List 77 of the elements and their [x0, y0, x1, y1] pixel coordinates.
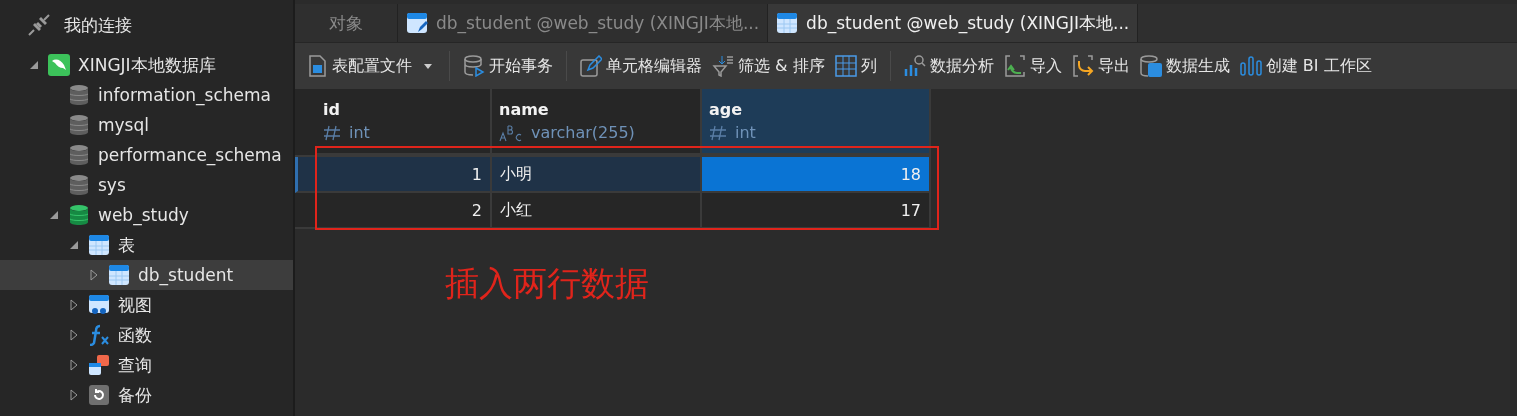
collapsed-arrow-icon[interactable]: [68, 299, 80, 311]
table-cell: 17: [702, 193, 931, 229]
table-cell: 2: [316, 193, 492, 229]
column-type: varchar(255): [531, 123, 635, 142]
tree-item[interactable]: 查询: [0, 350, 293, 380]
tree-item[interactable]: 视图: [0, 290, 293, 320]
tree-item[interactable]: sys: [0, 170, 293, 200]
collapsed-arrow-icon[interactable]: [68, 329, 80, 341]
row-indicator[interactable]: [295, 193, 316, 229]
column-header[interactable]: name varchar(255): [492, 89, 702, 157]
backup-icon: [88, 384, 110, 406]
tree-item[interactable]: 备份: [0, 380, 293, 410]
text-type-icon: [499, 123, 523, 142]
table-cell: 小红: [492, 193, 702, 229]
number-type-icon: [323, 124, 341, 141]
bar-chart-icon: [1239, 55, 1262, 77]
tree-item[interactable]: mysql: [0, 110, 293, 140]
toolbar-button[interactable]: 导出: [1066, 49, 1135, 83]
collapsed-arrow-icon[interactable]: [68, 389, 80, 401]
annotation-text: 插入两行数据: [445, 262, 650, 305]
column-name: age: [709, 100, 744, 119]
collapsed-arrow-icon[interactable]: [88, 269, 100, 281]
query-icon: [88, 354, 110, 376]
document-icon: [306, 55, 328, 77]
database-icon: [68, 204, 90, 226]
column-type: int: [735, 123, 756, 142]
tree-item[interactable]: db_student: [0, 260, 293, 290]
connections-title: 我的连接: [64, 13, 132, 37]
plug-icon: [26, 12, 52, 38]
tab[interactable]: db_student @web_study (XINGJI本地...: [768, 4, 1139, 42]
expanded-arrow-icon[interactable]: [68, 239, 80, 251]
function-icon: [88, 324, 110, 346]
toolbar-button[interactable]: 创建 BI 工作区: [1234, 49, 1377, 83]
column-header[interactable]: age int: [702, 89, 931, 157]
tree-item[interactable]: 表: [0, 230, 293, 260]
toolbar-button[interactable]: 导入: [998, 49, 1067, 83]
toolbar-button[interactable]: 开始事务: [458, 49, 558, 83]
table-icon: [776, 12, 799, 34]
toolbar-button[interactable]: 数据生成: [1134, 49, 1235, 83]
toolbar-button[interactable]: 列: [829, 49, 882, 83]
expanded-arrow-icon[interactable]: [28, 59, 40, 71]
database-icon: [68, 144, 90, 166]
table-cell: 小明: [492, 157, 702, 193]
export-icon: [1071, 55, 1094, 77]
view-icon: [88, 294, 110, 316]
number-type-icon: [709, 124, 727, 141]
table-cell: 1: [316, 157, 492, 193]
tree-item[interactable]: web_study: [0, 200, 293, 230]
chart-search-icon: [903, 55, 926, 77]
import-icon: [1003, 55, 1026, 77]
database-icon: [68, 84, 90, 106]
data-generator-icon: [1139, 55, 1162, 77]
toolbar-button[interactable]: 表配置文件: [301, 49, 441, 83]
tree-item[interactable]: XINGJI本地数据库: [0, 50, 293, 80]
grid-icon: [834, 55, 857, 77]
table-icon: [88, 234, 110, 256]
tree-item[interactable]: performance_schema: [0, 140, 293, 170]
filter-icon: [712, 55, 734, 77]
table-edit-icon: [406, 12, 428, 34]
database-icon: [68, 114, 90, 136]
table-icon: [108, 264, 130, 286]
table-cell: 18: [702, 157, 931, 193]
expanded-arrow-icon[interactable]: [48, 209, 60, 221]
column-name: name: [499, 100, 550, 119]
tree-item[interactable]: 函数: [0, 320, 293, 350]
toolbar-button[interactable]: 筛选 & 排序: [707, 49, 830, 83]
row-indicator[interactable]: [295, 157, 316, 193]
toolbar-button[interactable]: 数据分析: [898, 49, 999, 83]
column-header[interactable]: id int: [316, 89, 492, 157]
database-icon: [68, 174, 90, 196]
toolbar-button[interactable]: 单元格编辑器: [575, 49, 707, 83]
tree-item[interactable]: information_schema: [0, 80, 293, 110]
column-name: id: [323, 100, 341, 119]
column-type: int: [349, 123, 370, 142]
pencil-icon: [580, 55, 602, 77]
database-icon: [463, 55, 485, 77]
collapsed-arrow-icon[interactable]: [68, 359, 80, 371]
